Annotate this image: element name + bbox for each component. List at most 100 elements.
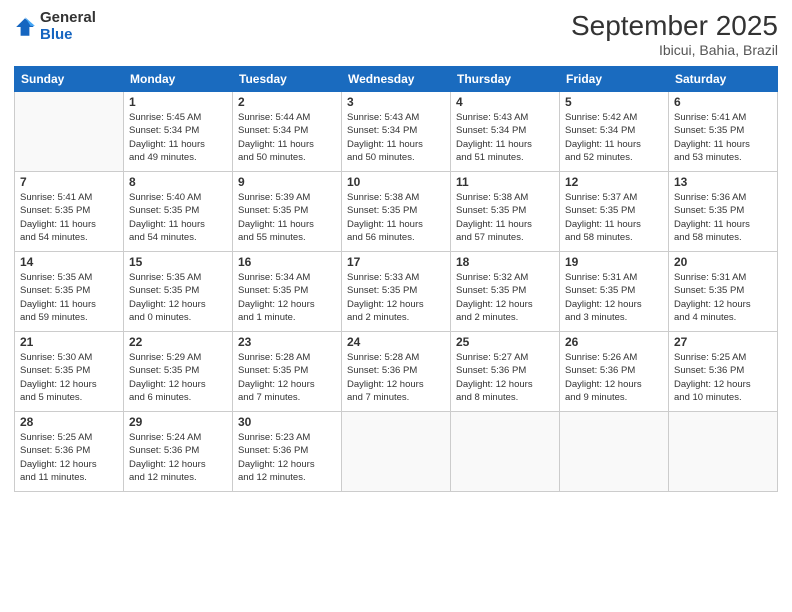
calendar-cell: 7 Sunrise: 5:41 AMSunset: 5:35 PMDaylight… <box>15 172 124 252</box>
day-info: Sunrise: 5:31 AMSunset: 5:35 PMDaylight:… <box>674 271 772 324</box>
day-info: Sunrise: 5:25 AMSunset: 5:36 PMDaylight:… <box>674 351 772 404</box>
day-number: 2 <box>238 95 336 109</box>
day-number: 24 <box>347 335 445 349</box>
title-block: September 2025 Ibicui, Bahia, Brazil <box>571 10 778 58</box>
day-number: 27 <box>674 335 772 349</box>
calendar-cell: 19Sunrise: 5:31 AMSunset: 5:35 PMDayligh… <box>560 252 669 332</box>
calendar-cell <box>669 412 778 492</box>
calendar-cell: 21 Sunrise: 5:30 AMSunset: 5:35 PMDayligh… <box>15 332 124 412</box>
calendar-cell <box>451 412 560 492</box>
day-number: 23 <box>238 335 336 349</box>
day-number: 17 <box>347 255 445 269</box>
day-info: Sunrise: 5:39 AMSunset: 5:35 PMDaylight:… <box>238 191 336 244</box>
day-number: 21 <box>20 335 118 349</box>
calendar-week-row: 1 Sunrise: 5:45 AMSunset: 5:34 PMDaylight… <box>15 92 778 172</box>
day-info: Sunrise: 5:40 AMSunset: 5:35 PMDaylight:… <box>129 191 227 244</box>
day-number: 22 <box>129 335 227 349</box>
day-info: Sunrise: 5:32 AMSunset: 5:35 PMDaylight:… <box>456 271 554 324</box>
calendar-week-row: 14Sunrise: 5:35 AMSunset: 5:35 PMDayligh… <box>15 252 778 332</box>
day-number: 29 <box>129 415 227 429</box>
calendar-cell: 23 Sunrise: 5:28 AMSunset: 5:35 PMDayligh… <box>233 332 342 412</box>
calendar-cell: 27 Sunrise: 5:25 AMSunset: 5:36 PMDayligh… <box>669 332 778 412</box>
weekday-header-wednesday: Wednesday <box>342 67 451 92</box>
day-info: Sunrise: 5:29 AMSunset: 5:35 PMDaylight:… <box>129 351 227 404</box>
logo-blue-text: Blue <box>40 27 96 44</box>
day-number: 26 <box>565 335 663 349</box>
day-info: Sunrise: 5:44 AMSunset: 5:34 PMDaylight:… <box>238 111 336 164</box>
calendar-cell: 20 Sunrise: 5:31 AMSunset: 5:35 PMDayligh… <box>669 252 778 332</box>
calendar-week-row: 7 Sunrise: 5:41 AMSunset: 5:35 PMDaylight… <box>15 172 778 252</box>
day-info: Sunrise: 5:38 AMSunset: 5:35 PMDaylight:… <box>347 191 445 244</box>
calendar-cell: 11 Sunrise: 5:38 AMSunset: 5:35 PMDayligh… <box>451 172 560 252</box>
day-info: Sunrise: 5:41 AMSunset: 5:35 PMDaylight:… <box>674 111 772 164</box>
day-info: Sunrise: 5:33 AMSunset: 5:35 PMDaylight:… <box>347 271 445 324</box>
calendar-cell: 30Sunrise: 5:23 AMSunset: 5:36 PMDayligh… <box>233 412 342 492</box>
calendar-cell: 5Sunrise: 5:42 AMSunset: 5:34 PMDaylight… <box>560 92 669 172</box>
weekday-header-sunday: Sunday <box>15 67 124 92</box>
day-info: Sunrise: 5:43 AMSunset: 5:34 PMDaylight:… <box>456 111 554 164</box>
day-number: 25 <box>456 335 554 349</box>
day-info: Sunrise: 5:38 AMSunset: 5:35 PMDaylight:… <box>456 191 554 244</box>
weekday-header-row: SundayMondayTuesdayWednesdayThursdayFrid… <box>15 67 778 92</box>
calendar-cell: 9Sunrise: 5:39 AMSunset: 5:35 PMDaylight… <box>233 172 342 252</box>
calendar-cell: 10 Sunrise: 5:38 AMSunset: 5:35 PMDayligh… <box>342 172 451 252</box>
calendar-cell <box>15 92 124 172</box>
weekday-header-saturday: Saturday <box>669 67 778 92</box>
calendar-cell: 22 Sunrise: 5:29 AMSunset: 5:35 PMDayligh… <box>124 332 233 412</box>
calendar-cell: 8 Sunrise: 5:40 AMSunset: 5:35 PMDaylight… <box>124 172 233 252</box>
calendar-cell: 12 Sunrise: 5:37 AMSunset: 5:35 PMDayligh… <box>560 172 669 252</box>
logo-text: General Blue <box>40 10 96 43</box>
day-number: 28 <box>20 415 118 429</box>
calendar-cell: 3Sunrise: 5:43 AMSunset: 5:34 PMDaylight… <box>342 92 451 172</box>
day-info: Sunrise: 5:28 AMSunset: 5:35 PMDaylight:… <box>238 351 336 404</box>
weekday-header-thursday: Thursday <box>451 67 560 92</box>
day-number: 13 <box>674 175 772 189</box>
logo: General Blue <box>14 10 96 43</box>
calendar-cell <box>560 412 669 492</box>
calendar-cell: 1 Sunrise: 5:45 AMSunset: 5:34 PMDaylight… <box>124 92 233 172</box>
day-number: 1 <box>129 95 227 109</box>
calendar-cell: 29 Sunrise: 5:24 AMSunset: 5:36 PMDayligh… <box>124 412 233 492</box>
calendar-header: SundayMondayTuesdayWednesdayThursdayFrid… <box>15 67 778 92</box>
calendar-table: SundayMondayTuesdayWednesdayThursdayFrid… <box>14 66 778 492</box>
calendar-cell: 14Sunrise: 5:35 AMSunset: 5:35 PMDayligh… <box>15 252 124 332</box>
day-info: Sunrise: 5:37 AMSunset: 5:35 PMDaylight:… <box>565 191 663 244</box>
day-number: 30 <box>238 415 336 429</box>
day-number: 14 <box>20 255 118 269</box>
calendar-cell: 28 Sunrise: 5:25 AMSunset: 5:36 PMDayligh… <box>15 412 124 492</box>
weekday-header-tuesday: Tuesday <box>233 67 342 92</box>
calendar-cell: 6Sunrise: 5:41 AMSunset: 5:35 PMDaylight… <box>669 92 778 172</box>
day-info: Sunrise: 5:41 AMSunset: 5:35 PMDaylight:… <box>20 191 118 244</box>
day-number: 20 <box>674 255 772 269</box>
calendar-cell: 25 Sunrise: 5:27 AMSunset: 5:36 PMDayligh… <box>451 332 560 412</box>
weekday-header-monday: Monday <box>124 67 233 92</box>
day-number: 7 <box>20 175 118 189</box>
day-info: Sunrise: 5:27 AMSunset: 5:36 PMDaylight:… <box>456 351 554 404</box>
logo-general-text: General <box>40 10 96 27</box>
location-subtitle: Ibicui, Bahia, Brazil <box>571 42 778 58</box>
day-number: 12 <box>565 175 663 189</box>
calendar-week-row: 28 Sunrise: 5:25 AMSunset: 5:36 PMDayligh… <box>15 412 778 492</box>
calendar-body: 1 Sunrise: 5:45 AMSunset: 5:34 PMDaylight… <box>15 92 778 492</box>
day-number: 8 <box>129 175 227 189</box>
calendar-cell: 26Sunrise: 5:26 AMSunset: 5:36 PMDayligh… <box>560 332 669 412</box>
day-info: Sunrise: 5:34 AMSunset: 5:35 PMDaylight:… <box>238 271 336 324</box>
page: General Blue September 2025 Ibicui, Bahi… <box>0 0 792 612</box>
day-info: Sunrise: 5:30 AMSunset: 5:35 PMDaylight:… <box>20 351 118 404</box>
calendar-cell <box>342 412 451 492</box>
day-number: 10 <box>347 175 445 189</box>
day-number: 16 <box>238 255 336 269</box>
day-number: 18 <box>456 255 554 269</box>
day-info: Sunrise: 5:45 AMSunset: 5:34 PMDaylight:… <box>129 111 227 164</box>
day-number: 11 <box>456 175 554 189</box>
day-info: Sunrise: 5:43 AMSunset: 5:34 PMDaylight:… <box>347 111 445 164</box>
day-info: Sunrise: 5:42 AMSunset: 5:34 PMDaylight:… <box>565 111 663 164</box>
day-info: Sunrise: 5:24 AMSunset: 5:36 PMDaylight:… <box>129 431 227 484</box>
day-number: 4 <box>456 95 554 109</box>
day-info: Sunrise: 5:28 AMSunset: 5:36 PMDaylight:… <box>347 351 445 404</box>
calendar-cell: 16 Sunrise: 5:34 AMSunset: 5:35 PMDayligh… <box>233 252 342 332</box>
calendar-cell: 13 Sunrise: 5:36 AMSunset: 5:35 PMDayligh… <box>669 172 778 252</box>
day-info: Sunrise: 5:25 AMSunset: 5:36 PMDaylight:… <box>20 431 118 484</box>
day-info: Sunrise: 5:31 AMSunset: 5:35 PMDaylight:… <box>565 271 663 324</box>
day-info: Sunrise: 5:36 AMSunset: 5:35 PMDaylight:… <box>674 191 772 244</box>
